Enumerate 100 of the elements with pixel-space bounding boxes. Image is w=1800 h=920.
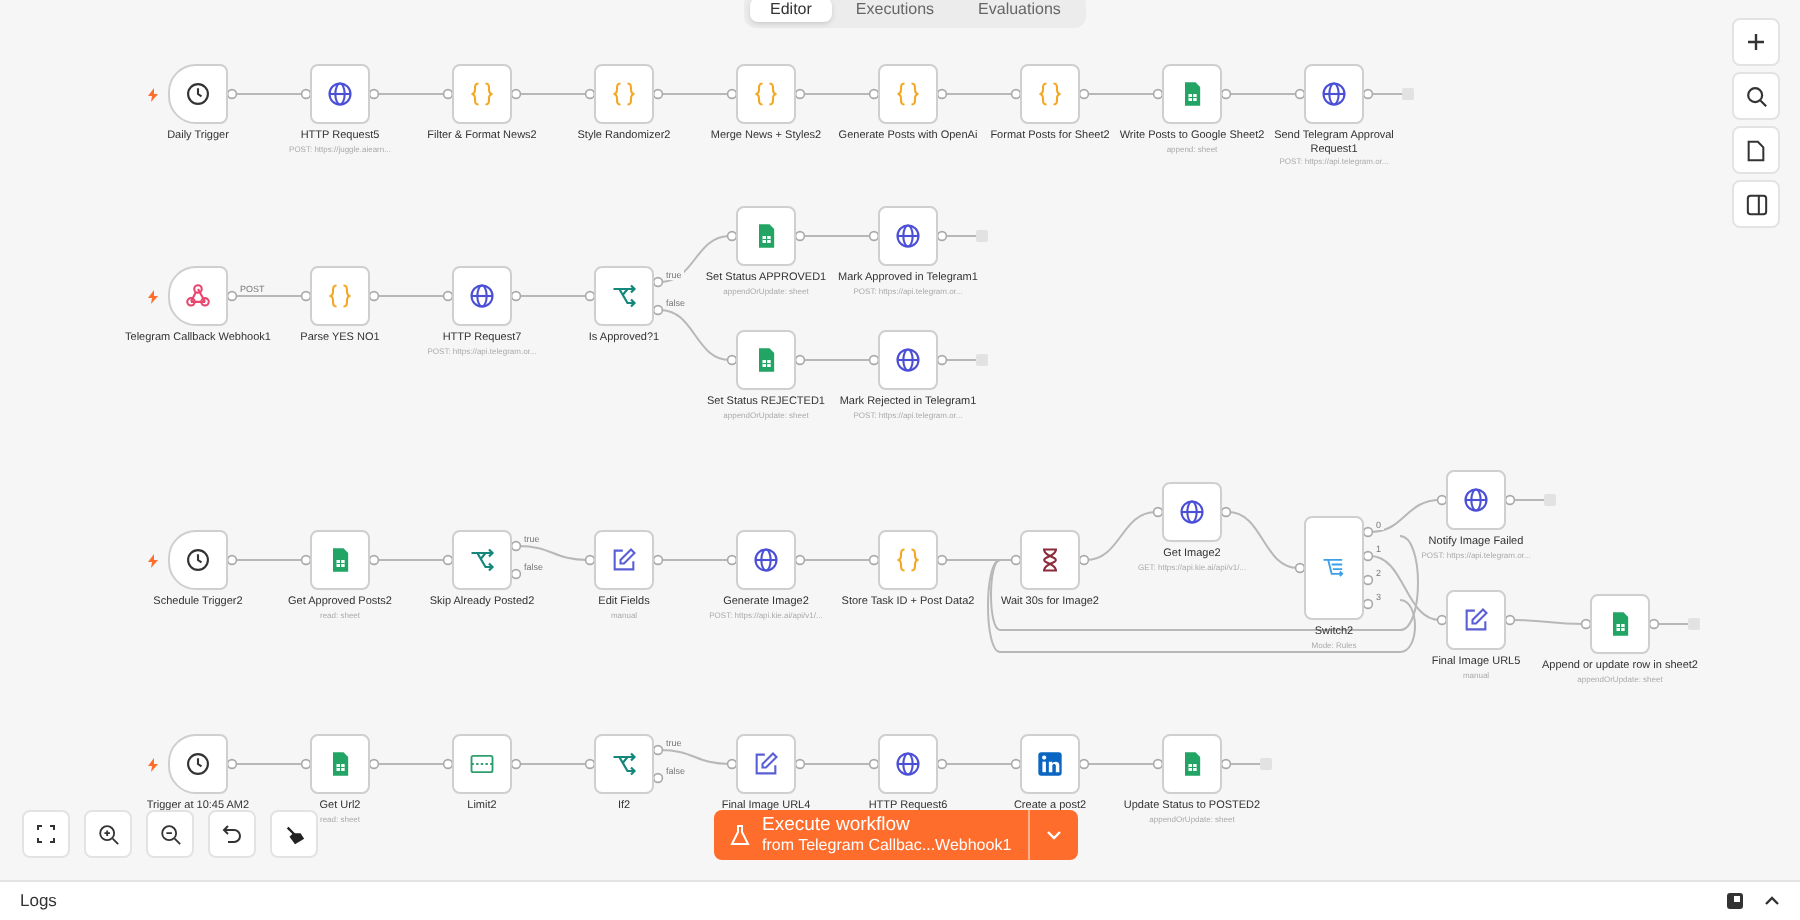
input-port[interactable] [868,758,880,770]
workflow-node[interactable] [736,530,796,590]
output-port[interactable] [794,230,806,242]
workflow-node[interactable] [878,206,938,266]
logs-panel-title[interactable]: Logs [20,888,57,914]
input-port[interactable] [1436,494,1448,506]
workflow-node[interactable] [310,530,370,590]
output-port[interactable] [936,88,948,100]
workflow-node[interactable] [1446,470,1506,530]
trigger-node[interactable] [168,530,228,590]
input-port[interactable] [300,290,312,302]
output-port[interactable] [368,290,380,302]
workflow-node[interactable] [310,266,370,326]
input-port[interactable] [1010,88,1022,100]
notes-button[interactable] [1732,126,1780,174]
zoom-in-button[interactable] [84,810,132,858]
output-port[interactable] [652,304,664,316]
output-port[interactable] [652,88,664,100]
workflow-node[interactable] [310,734,370,794]
input-port[interactable] [726,354,738,366]
input-port[interactable] [868,354,880,366]
add-connection-handle[interactable] [1369,88,1414,100]
workflow-node[interactable] [1020,530,1080,590]
output-port[interactable] [226,554,238,566]
output-port[interactable] [368,554,380,566]
workflow-node[interactable] [1162,734,1222,794]
input-port[interactable] [1152,758,1164,770]
workflow-node[interactable] [1020,734,1080,794]
view-tab[interactable]: Editor [750,0,832,22]
workflow-node[interactable] [736,330,796,390]
input-port[interactable] [1436,614,1448,626]
workflow-node[interactable] [310,64,370,124]
output-port[interactable] [510,540,522,552]
workflow-node[interactable] [736,206,796,266]
trigger-node[interactable] [168,734,228,794]
output-port[interactable] [936,758,948,770]
input-port[interactable] [442,88,454,100]
add-connection-handle[interactable] [1227,758,1272,770]
output-port[interactable] [510,758,522,770]
workflow-node[interactable] [736,64,796,124]
workflow-node[interactable] [594,266,654,326]
workflow-node[interactable] [594,530,654,590]
input-port[interactable] [442,758,454,770]
input-port[interactable] [726,554,738,566]
input-port[interactable] [1010,554,1022,566]
workflow-node[interactable] [878,734,938,794]
output-port[interactable] [936,354,948,366]
workflow-node[interactable] [1304,516,1364,620]
workflow-node[interactable] [736,734,796,794]
output-port[interactable] [936,230,948,242]
input-port[interactable] [300,88,312,100]
output-port[interactable] [652,276,664,288]
output-port[interactable] [794,758,806,770]
output-port[interactable] [368,88,380,100]
output-port[interactable] [794,354,806,366]
output-port[interactable] [226,758,238,770]
output-port[interactable] [1362,88,1374,100]
output-port[interactable] [652,744,664,756]
workflow-node[interactable] [594,64,654,124]
view-tab[interactable]: Evaluations [958,0,1081,22]
input-port[interactable] [300,554,312,566]
output-port[interactable] [226,88,238,100]
workflow-node[interactable] [452,530,512,590]
output-port[interactable] [652,554,664,566]
search-button[interactable] [1732,72,1780,120]
input-port[interactable] [868,230,880,242]
input-port[interactable] [726,758,738,770]
output-port[interactable] [368,758,380,770]
input-port[interactable] [1294,562,1306,574]
workflow-node[interactable] [1446,590,1506,650]
output-port[interactable] [1648,618,1660,630]
workflow-node[interactable] [878,330,938,390]
add-connection-handle[interactable] [1511,494,1556,506]
output-port[interactable] [510,88,522,100]
workflow-node[interactable] [1020,64,1080,124]
output-port[interactable] [1220,506,1232,518]
input-port[interactable] [300,758,312,770]
add-connection-handle[interactable] [943,354,988,366]
output-port[interactable] [1078,758,1090,770]
view-tab[interactable]: Executions [835,0,955,22]
input-port[interactable] [1152,506,1164,518]
workflow-node[interactable] [1162,482,1222,542]
zoom-out-button[interactable] [146,810,194,858]
input-port[interactable] [442,290,454,302]
trigger-node[interactable] [168,64,228,124]
add-connection-handle[interactable] [1655,618,1700,630]
output-port[interactable] [936,554,948,566]
input-port[interactable] [1580,618,1592,630]
input-port[interactable] [584,758,596,770]
input-port[interactable] [1152,88,1164,100]
output-port[interactable] [1220,758,1232,770]
chevron-up-icon[interactable] [1764,896,1780,906]
input-port[interactable] [1010,758,1022,770]
output-port[interactable] [510,290,522,302]
input-port[interactable] [442,554,454,566]
workflow-node[interactable] [1162,64,1222,124]
output-port[interactable] [794,554,806,566]
trigger-node[interactable] [168,266,228,326]
workflow-node[interactable] [594,734,654,794]
tidy-up-button[interactable] [270,810,318,858]
